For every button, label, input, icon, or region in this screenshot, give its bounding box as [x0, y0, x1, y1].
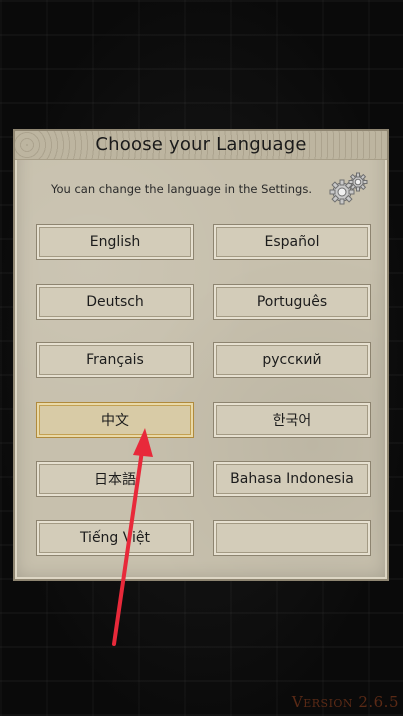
- lang-button-chinese[interactable]: 中文: [36, 402, 194, 438]
- gears-icon[interactable]: [329, 171, 369, 207]
- lang-button-german[interactable]: Deutsch: [36, 284, 194, 320]
- lang-button-empty[interactable]: [213, 520, 371, 556]
- lang-button-portuguese[interactable]: Português: [213, 284, 371, 320]
- lang-button-indonesian[interactable]: Bahasa Indonesia: [213, 461, 371, 497]
- lang-button-korean[interactable]: 한국어: [213, 402, 371, 438]
- dialog-title: Choose your Language: [95, 134, 307, 155]
- lang-button-spanish[interactable]: Español: [213, 224, 371, 260]
- lang-button-french[interactable]: Français: [36, 342, 194, 378]
- lang-button-vietnamese[interactable]: Tiếng Việt: [36, 520, 194, 556]
- dialog-subtitle: You can change the language in the Setti…: [51, 182, 312, 196]
- dialog-title-bar: Choose your Language: [15, 131, 387, 160]
- lang-button-english[interactable]: English: [36, 224, 194, 260]
- version-label: Version 2.6.5: [291, 693, 399, 711]
- lang-button-japanese[interactable]: 日本語: [36, 461, 194, 497]
- language-dialog: Choose your Language You can change the …: [13, 129, 389, 581]
- lang-button-russian[interactable]: русский: [213, 342, 371, 378]
